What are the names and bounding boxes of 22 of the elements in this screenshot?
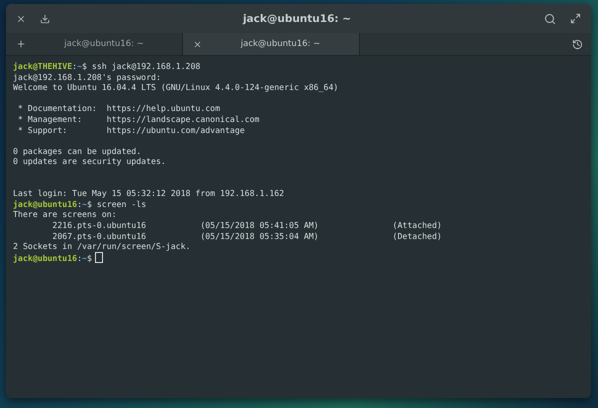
cursor — [94, 252, 103, 263]
prompt-line: jack@THEHIVE:~$ ssh jack@192.168.1.208 — [13, 61, 200, 71]
output-line: There are screens on: — [13, 209, 117, 220]
output-line: 2216.pts-0.ubuntu16 (05/15/2018 05:41:05 AM) (Attached) — [51, 220, 442, 230]
output-line: * Support: https://ubuntu.com/advantage — [16, 124, 245, 135]
close-icon — [16, 14, 26, 24]
output-line: 2067.pts-0.ubuntu16 (05/15/2018 05:35:04 AM) (Detached) — [51, 230, 442, 240]
plus-icon — [16, 39, 26, 49]
output-line: Last login: Tue May 15 05:32:12 2018 from 192.168.1.162 — [13, 188, 284, 198]
prompt-line: jack@ubuntu16:~$ screen -ls — [13, 198, 146, 209]
output-line: Welcome to Ubuntu 16.04.4 LTS (GNU/Linux 4.4.0-124-generic x86_64) — [13, 82, 338, 92]
maximize-button[interactable] — [568, 11, 583, 26]
output-line: * Documentation: https://help.ubuntu.com — [16, 103, 220, 114]
close-icon — [193, 40, 202, 48]
output-line: 2 Sockets in /var/run/screen/S-jack. — [13, 241, 190, 252]
tab[interactable]: jack@ubuntu16: ~ — [183, 33, 360, 55]
output-line: jack@192.168.1.208's password: — [13, 72, 161, 82]
output-line: 0 packages can be updated. — [13, 146, 142, 156]
prompt-line: jack@ubuntu16:~$ — [13, 252, 92, 263]
window-title: jack@ubuntu16: ~ — [242, 12, 352, 24]
output-line: 0 updates are security updates. — [13, 156, 166, 166]
output-line: * Management: https://landscape.canonical.com — [16, 114, 260, 124]
